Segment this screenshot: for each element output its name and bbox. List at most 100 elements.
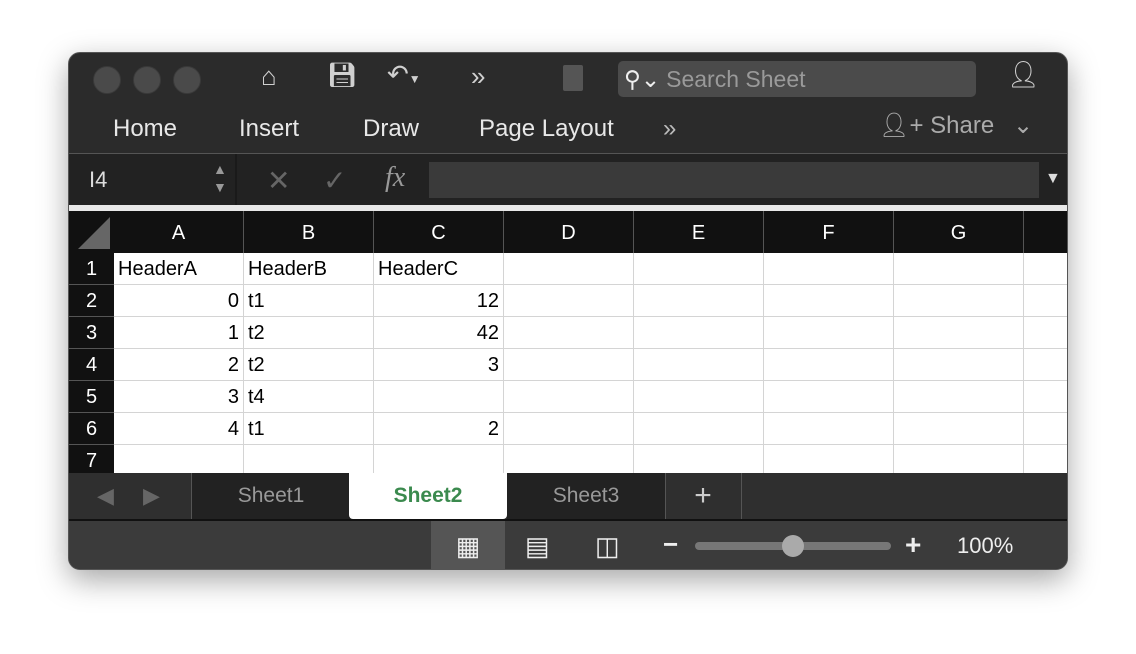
cell[interactable]	[764, 253, 894, 285]
cell[interactable]: t2	[244, 349, 374, 381]
column-header-h[interactable]	[1024, 211, 1067, 253]
column-header-b[interactable]: B	[244, 211, 374, 253]
row-header-1[interactable]: 1	[69, 253, 114, 285]
cell[interactable]	[894, 285, 1024, 317]
cell[interactable]: 2	[374, 413, 504, 445]
cell[interactable]	[1024, 381, 1067, 413]
column-header-g[interactable]: G	[894, 211, 1024, 253]
zoom-slider[interactable]	[695, 535, 891, 557]
cell[interactable]	[634, 381, 764, 413]
cell[interactable]	[1024, 285, 1067, 317]
column-header-f[interactable]: F	[764, 211, 894, 253]
select-all-button[interactable]	[69, 211, 114, 253]
zoom-button[interactable]	[173, 66, 201, 94]
cell[interactable]: 1	[114, 317, 244, 349]
cell[interactable]	[764, 381, 894, 413]
cell[interactable]: HeaderA	[114, 253, 244, 285]
tab-page-layout[interactable]: Page Layout	[479, 115, 614, 143]
cell[interactable]	[894, 253, 1024, 285]
cell[interactable]: 0	[114, 285, 244, 317]
home-icon[interactable]: ⌂	[261, 61, 277, 92]
cell[interactable]	[504, 317, 634, 349]
column-header-e[interactable]: E	[634, 211, 764, 253]
cell[interactable]	[634, 285, 764, 317]
cell[interactable]: HeaderC	[374, 253, 504, 285]
cancel-icon[interactable]: ✕	[267, 164, 290, 197]
column-header-c[interactable]: C	[374, 211, 504, 253]
cell[interactable]	[504, 349, 634, 381]
cell[interactable]: t2	[244, 317, 374, 349]
sheet-tab-active[interactable]: Sheet2	[349, 473, 507, 519]
name-box-stepper-icon[interactable]: ▲ ▼	[213, 160, 227, 196]
column-header-d[interactable]: D	[504, 211, 634, 253]
expand-formula-icon[interactable]: ▼	[1045, 170, 1061, 188]
cell[interactable]	[504, 413, 634, 445]
column-header-a[interactable]: A	[114, 211, 244, 253]
confirm-icon[interactable]: ✓	[323, 164, 346, 197]
name-box[interactable]: I4	[69, 154, 237, 206]
cell[interactable]: 4	[114, 413, 244, 445]
save-icon[interactable]: 💾︎	[327, 61, 357, 90]
cell[interactable]	[634, 317, 764, 349]
cell[interactable]: 3	[114, 381, 244, 413]
cell[interactable]: 3	[374, 349, 504, 381]
cell[interactable]: t1	[244, 413, 374, 445]
undo-icon[interactable]: ↶▼	[387, 59, 421, 90]
cell[interactable]	[504, 285, 634, 317]
row-header-4[interactable]: 4	[69, 349, 114, 381]
chevron-down-icon[interactable]: ⌄	[1013, 111, 1033, 140]
cell[interactable]	[894, 349, 1024, 381]
minimize-button[interactable]	[133, 66, 161, 94]
search-input[interactable]: ⚲⌄ Search Sheet	[618, 61, 976, 97]
zoom-slider-thumb[interactable]	[782, 535, 804, 557]
page-break-view-icon[interactable]: ◫	[595, 521, 620, 569]
zoom-in-button[interactable]: +	[905, 521, 921, 569]
tab-draw[interactable]: Draw	[363, 115, 419, 143]
row-header-6[interactable]: 6	[69, 413, 114, 445]
cell[interactable]: t1	[244, 285, 374, 317]
cell[interactable]	[894, 413, 1024, 445]
cell[interactable]	[894, 381, 1024, 413]
cell[interactable]	[634, 413, 764, 445]
zoom-out-button[interactable]: −	[663, 521, 678, 567]
row-header-5[interactable]: 5	[69, 381, 114, 413]
cell[interactable]: HeaderB	[244, 253, 374, 285]
cell[interactable]	[504, 253, 634, 285]
cell[interactable]	[1024, 253, 1067, 285]
tab-insert[interactable]: Insert	[239, 115, 299, 143]
more-commands-icon[interactable]: »	[471, 61, 485, 92]
cell[interactable]	[1024, 413, 1067, 445]
cell[interactable]	[504, 381, 634, 413]
account-icon[interactable]: 👤︎	[1007, 59, 1040, 90]
row-header-2[interactable]: 2	[69, 285, 114, 317]
tab-home[interactable]: Home	[113, 115, 177, 143]
cell[interactable]: 12	[374, 285, 504, 317]
share-button[interactable]: 👤︎+ Share	[879, 111, 994, 140]
normal-view-icon[interactable]: ▦	[431, 521, 505, 569]
cell[interactable]	[634, 349, 764, 381]
cell[interactable]	[764, 285, 894, 317]
previous-sheet-icon[interactable]: ◀	[97, 483, 114, 509]
cell[interactable]	[1024, 317, 1067, 349]
spreadsheet-grid[interactable]: A B C D E F G 1 HeaderA HeaderB HeaderC 2 0 t1 12 3 1 t2 4…	[69, 211, 1067, 477]
cell[interactable]	[764, 349, 894, 381]
cell[interactable]	[634, 253, 764, 285]
function-icon[interactable]: fx	[385, 162, 405, 194]
cell[interactable]	[894, 317, 1024, 349]
cell[interactable]	[1024, 349, 1067, 381]
cell[interactable]: 2	[114, 349, 244, 381]
page-layout-view-icon[interactable]: ▤	[525, 521, 550, 569]
cell[interactable]: 42	[374, 317, 504, 349]
close-button[interactable]	[93, 66, 121, 94]
next-sheet-icon[interactable]: ▶	[143, 483, 160, 509]
more-tabs-icon[interactable]: »	[663, 115, 676, 143]
cell[interactable]	[764, 413, 894, 445]
cell[interactable]: t4	[244, 381, 374, 413]
zoom-level[interactable]: 100%	[957, 521, 1013, 569]
row-header-3[interactable]: 3	[69, 317, 114, 349]
sheet-tab[interactable]: Sheet3	[507, 473, 666, 519]
cell[interactable]	[764, 317, 894, 349]
formula-input[interactable]	[429, 162, 1039, 198]
add-sheet-button[interactable]: +	[665, 473, 742, 519]
cell[interactable]	[374, 381, 504, 413]
